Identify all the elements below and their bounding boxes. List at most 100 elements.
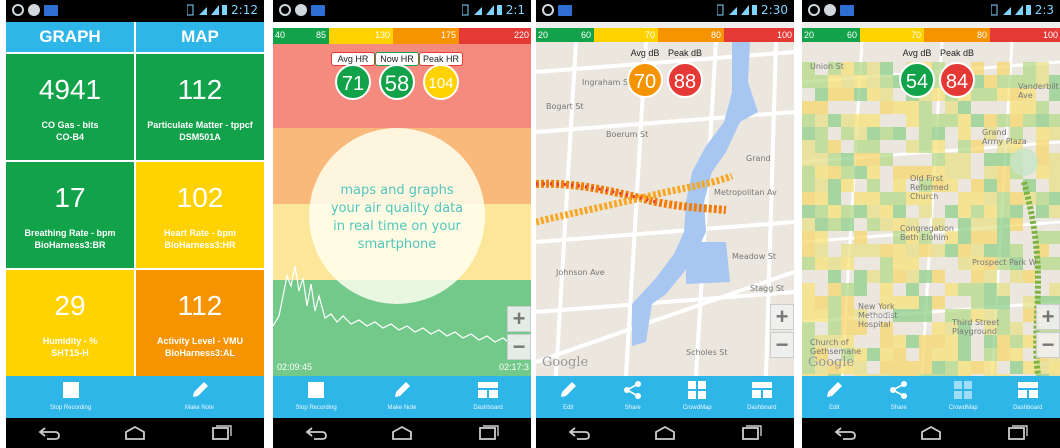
- sensor-id: BioHarness3:HR: [164, 240, 236, 250]
- dashboard-button[interactable]: Dashboard: [445, 376, 531, 418]
- heat-cell: [919, 244, 932, 257]
- heat-cell: [997, 153, 1010, 166]
- heat-cell: [802, 283, 815, 296]
- badge-value: 84: [939, 62, 975, 98]
- heat-cell: [958, 127, 971, 140]
- recents-button[interactable]: [734, 424, 768, 442]
- scale-tick: 20: [538, 30, 549, 40]
- heat-cell: [1010, 192, 1023, 205]
- home-button[interactable]: [385, 424, 419, 442]
- hr-scale-bar: 40 85 130 175 220: [273, 28, 531, 44]
- heat-cell: [893, 101, 906, 114]
- sensor-label: CO Gas - bits: [41, 120, 99, 130]
- zoom-in-button[interactable]: +: [770, 304, 794, 330]
- scale-tick: 40: [275, 30, 286, 40]
- google-logo: Google: [808, 355, 855, 370]
- share-button[interactable]: Share: [601, 376, 666, 418]
- sensor-tile-co-gas[interactable]: 4941 CO Gas - bits CO-B4: [6, 54, 134, 160]
- stop-recording-button[interactable]: Stop Recording: [273, 376, 359, 418]
- heat-cell: [880, 205, 893, 218]
- heat-cell: [828, 296, 841, 309]
- edit-button[interactable]: Edit: [536, 376, 601, 418]
- heat-cell: [802, 231, 815, 244]
- action-label: Stop Recording: [49, 405, 92, 411]
- heat-cell: [880, 75, 893, 88]
- heat-cell: [867, 218, 880, 231]
- recents-button[interactable]: [1000, 424, 1034, 442]
- zoom-out-button[interactable]: −: [1036, 332, 1060, 358]
- heat-cell: [1010, 361, 1023, 374]
- heat-cell: [828, 218, 841, 231]
- heat-cell: [1049, 114, 1060, 127]
- action-label: Share: [890, 405, 907, 411]
- heat-cell: [815, 205, 828, 218]
- recents-button[interactable]: [471, 424, 505, 442]
- heat-cell: [802, 127, 815, 140]
- heat-cell: [958, 153, 971, 166]
- app-notification-icon: [44, 4, 58, 16]
- heat-cell: [841, 205, 854, 218]
- stop-recording-button[interactable]: Stop Recording: [6, 376, 135, 418]
- heat-cell: [867, 179, 880, 192]
- back-button[interactable]: [299, 424, 333, 442]
- sensor-tile-breathing[interactable]: 17 Breathing Rate - bpm BioHarness3:BR: [6, 162, 134, 268]
- back-button[interactable]: [32, 424, 66, 442]
- heat-cell: [828, 114, 841, 127]
- pencil-icon: [395, 382, 410, 397]
- heat-cell: [1010, 270, 1023, 283]
- home-button[interactable]: [118, 424, 152, 442]
- system-nav-bar: [273, 418, 531, 448]
- heat-cell: [802, 166, 815, 179]
- zoom-out-button[interactable]: −: [770, 332, 794, 358]
- heat-cell: [841, 257, 854, 270]
- heat-cell: [932, 140, 945, 153]
- heat-cell: [802, 179, 815, 192]
- heat-cell: [997, 218, 1010, 231]
- heat-cell: [984, 283, 997, 296]
- heat-cell: [854, 283, 867, 296]
- street-label: Boerum St: [606, 130, 649, 139]
- heat-cell: [919, 127, 932, 140]
- sensor-tile-heart-rate[interactable]: 102 Heart Rate - bpm BioHarness3:HR: [136, 162, 264, 268]
- heat-cell: [880, 335, 893, 348]
- tab-map[interactable]: MAP: [134, 22, 264, 52]
- back-button[interactable]: [828, 424, 862, 442]
- location-icon: [542, 4, 554, 16]
- zoom-in-button[interactable]: +: [1036, 304, 1060, 330]
- dashboard-icon: [751, 382, 772, 398]
- home-button[interactable]: [914, 424, 948, 442]
- stop-icon: [308, 382, 324, 398]
- heat-cell: [945, 361, 958, 374]
- street-label: Scholes St: [686, 348, 728, 357]
- zoom-in-button[interactable]: +: [507, 306, 531, 332]
- heat-cell: [945, 114, 958, 127]
- dashboard-button[interactable]: Dashboard: [996, 376, 1060, 418]
- sensor-label: Heart Rate - bpm: [163, 228, 236, 238]
- action-bar: Stop Recording Make Note: [6, 376, 264, 418]
- make-note-button[interactable]: Make Note: [135, 376, 264, 418]
- heat-cell: [1023, 296, 1036, 309]
- heat-cell: [984, 153, 997, 166]
- home-button[interactable]: [648, 424, 682, 442]
- sensor-tile-activity[interactable]: 112 Activity Level - VMU BioHarness3:AL: [136, 270, 264, 376]
- tab-graph[interactable]: GRAPH: [6, 22, 134, 52]
- promo-bubble: maps and graphs your air quality data in…: [309, 128, 485, 304]
- heat-cell: [841, 244, 854, 257]
- zoom-out-button[interactable]: −: [507, 334, 531, 360]
- signal-battery-icons: [187, 4, 228, 16]
- crowdmap-button[interactable]: CrowdMap: [931, 376, 996, 418]
- make-note-button[interactable]: Make Note: [359, 376, 445, 418]
- dashboard-icon: [1017, 382, 1038, 398]
- heat-cell: [893, 179, 906, 192]
- recents-button[interactable]: [204, 424, 238, 442]
- sensor-tile-particulate[interactable]: 112 Particulate Matter - tppcf DSM501A: [136, 54, 264, 160]
- heat-cell: [1049, 361, 1060, 374]
- sensor-tile-humidity[interactable]: 29 Humidity - % SHT15-H: [6, 270, 134, 376]
- scale-tick: 100: [1042, 30, 1058, 40]
- back-button[interactable]: [562, 424, 596, 442]
- dashboard-button[interactable]: Dashboard: [730, 376, 795, 418]
- recents-icon: [479, 425, 499, 440]
- share-button[interactable]: Share: [867, 376, 932, 418]
- crowdmap-button[interactable]: CrowdMap: [665, 376, 730, 418]
- edit-button[interactable]: Edit: [802, 376, 867, 418]
